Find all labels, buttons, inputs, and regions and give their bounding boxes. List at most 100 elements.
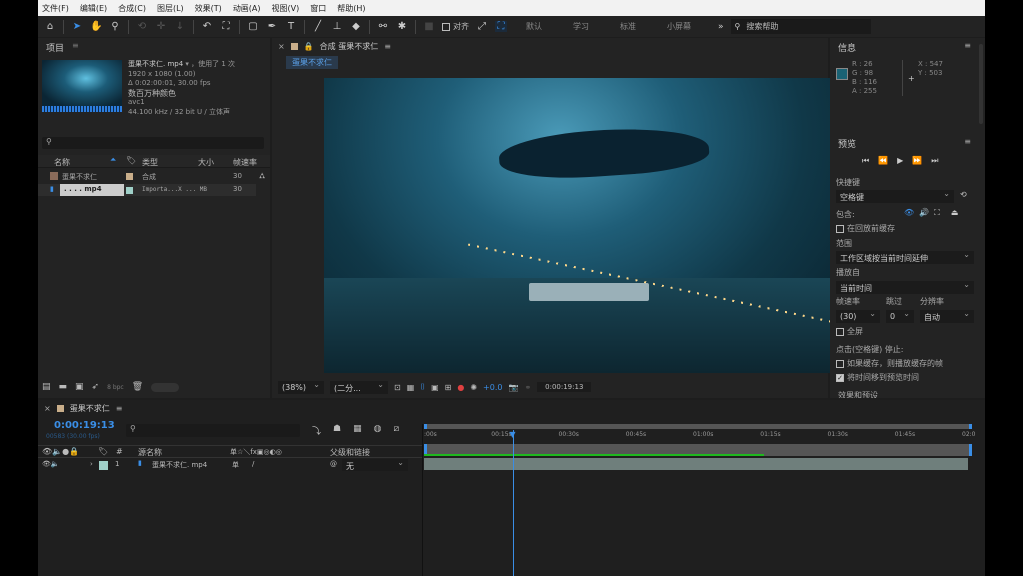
right-panel-scrollbar[interactable]: [979, 44, 983, 124]
next-frame-icon[interactable]: ⏩: [912, 156, 922, 166]
column-parent[interactable]: 父级和链接: [330, 447, 370, 458]
close-icon[interactable]: ×: [278, 42, 285, 51]
panel-menu-icon[interactable]: ≡: [964, 137, 971, 146]
effects-presets-title[interactable]: 效果和预设: [838, 390, 878, 398]
workspace-default[interactable]: 默认: [526, 21, 542, 32]
panel-menu-icon[interactable]: ≡: [964, 41, 971, 50]
panel-menu-icon[interactable]: ≡: [72, 41, 79, 50]
guides-icon[interactable]: ⊞: [445, 383, 452, 392]
project-search-input[interactable]: ⚲: [42, 137, 264, 149]
motion-blur-icon[interactable]: ◍: [374, 424, 382, 437]
brush-tool-icon[interactable]: ╱: [312, 21, 324, 32]
column-type[interactable]: 类型: [142, 157, 158, 168]
search-help-input[interactable]: ⚲ 搜索帮助: [730, 19, 871, 34]
current-time-display[interactable]: 0:00:19:13: [537, 382, 592, 392]
fast-preview-icon[interactable]: ⊡: [394, 383, 401, 392]
anchor-tool-icon[interactable]: ⛶: [220, 21, 232, 32]
playhead[interactable]: ▼: [509, 430, 515, 576]
time-ruler[interactable]: :00s 00:15s 00:30s 00:45s 01:00s 01:15s 01:30s…: [424, 430, 975, 444]
project-panel-title[interactable]: 项目: [46, 41, 64, 54]
menu-edit[interactable]: 编辑(E): [80, 3, 107, 14]
composition-subtab[interactable]: 蛋果不求仁: [286, 56, 338, 69]
hand-tool-icon[interactable]: ✋: [90, 21, 102, 32]
first-frame-icon[interactable]: ⏮: [862, 156, 869, 166]
snapshot-icon[interactable]: 📷: [508, 383, 518, 392]
home-icon[interactable]: ⌂: [44, 21, 56, 32]
orbit-tool-icon[interactable]: ⟲: [136, 21, 148, 32]
last-frame-icon[interactable]: ⏭: [931, 156, 938, 166]
snap-toggle[interactable]: 对齐: [442, 21, 469, 32]
quality-switch-icon[interactable]: /: [252, 460, 254, 468]
pen-tool-icon[interactable]: ✒: [266, 21, 278, 32]
footage-dropdown-icon[interactable]: ▾: [185, 60, 189, 68]
snap-grid-icon[interactable]: ⛶: [495, 21, 507, 32]
layer-duration-bar[interactable]: [424, 458, 968, 470]
thumbnail-slider[interactable]: [151, 382, 180, 392]
play-icon[interactable]: ▶: [897, 156, 903, 166]
workspace-small-screen[interactable]: 小屏幕: [667, 21, 691, 32]
zoom-tool-icon[interactable]: ⚲: [109, 21, 121, 32]
audio-toggle-icon[interactable]: 🔊: [919, 208, 929, 218]
composition-tab[interactable]: × 🔒 合成 蛋果不求仁 ≡: [278, 41, 391, 52]
exposure-value[interactable]: +0.0: [483, 383, 502, 392]
layer-row[interactable]: 👁🔈 › 1 ▮ 蛋果不求仁. mp4 单 / @ 无: [38, 458, 422, 472]
composition-viewer[interactable]: [324, 78, 848, 373]
snap-options-icon[interactable]: ⤢: [476, 21, 488, 32]
expand-arrow-icon[interactable]: ›: [90, 460, 93, 468]
label-column-icon[interactable]: 🏷: [126, 156, 136, 165]
previous-frame-icon[interactable]: ⏪: [878, 156, 888, 166]
show-snapshot-icon[interactable]: ⚭: [524, 383, 531, 392]
panel-menu-icon[interactable]: ≡: [116, 404, 123, 413]
roto-brush-icon[interactable]: ⚯: [377, 21, 389, 32]
pan-tool-icon[interactable]: ✛: [155, 21, 167, 32]
export-icon[interactable]: ⏏: [951, 208, 959, 218]
resolution-dropdown[interactable]: (二分...: [330, 380, 388, 394]
time-graph[interactable]: :00s 00:15s 00:30s 00:45s 01:00s 01:15s 01:30s…: [424, 422, 975, 576]
comp-flowchart-icon[interactable]: ⤵: [312, 424, 321, 437]
column-fps[interactable]: 帧速率: [233, 157, 257, 168]
workspace-learn[interactable]: 学习: [573, 21, 589, 32]
region-of-interest-icon[interactable]: ▣: [431, 383, 439, 392]
menu-animation[interactable]: 动画(A): [233, 3, 261, 14]
stamp-tool-icon[interactable]: ⊥: [331, 21, 343, 32]
panel-menu-icon[interactable]: ≡: [384, 42, 391, 51]
magnification-dropdown[interactable]: (38%): [278, 380, 324, 394]
item-name-editing[interactable]: . . . . mp4: [60, 184, 124, 196]
delete-icon[interactable]: 🗑: [132, 382, 143, 392]
play-from-dropdown[interactable]: 当前时间: [836, 280, 974, 294]
dolly-tool-icon[interactable]: ↓: [174, 21, 186, 32]
color-depth-button[interactable]: 8 bpc: [107, 384, 124, 391]
menu-view[interactable]: 视图(V): [272, 3, 300, 14]
flowchart-icon[interactable]: ⛼: [259, 171, 265, 181]
reset-icon[interactable]: ⟲: [960, 190, 967, 199]
move-time-checkbox[interactable]: ✓ 将时间移到预览时间: [836, 372, 919, 383]
if-cached-checkbox[interactable]: 如果缓存，则播放缓存的帧: [836, 358, 943, 369]
video-toggle-icon[interactable]: 👁: [904, 208, 914, 218]
range-dropdown[interactable]: 工作区域按当前时间延伸: [836, 250, 974, 264]
eraser-tool-icon[interactable]: ◆: [350, 21, 362, 32]
skip-dropdown[interactable]: 0: [886, 309, 914, 323]
visibility-icon[interactable]: 👁🔈: [42, 460, 60, 468]
layer-name[interactable]: 蛋果不求仁. mp4: [152, 460, 207, 470]
mask-visibility-icon[interactable]: ⌷: [420, 382, 425, 392]
column-size[interactable]: 大小: [198, 157, 214, 168]
transparency-grid-icon[interactable]: ▦: [407, 383, 415, 392]
text-tool-icon[interactable]: T: [285, 21, 297, 32]
playhead-handle-icon[interactable]: ▼: [509, 430, 515, 439]
color-management-icon[interactable]: ✺: [470, 383, 477, 392]
channel-icon[interactable]: ●: [457, 383, 464, 392]
timeline-search-input[interactable]: ⚲: [126, 424, 300, 437]
sort-ascending-icon[interactable]: ⏶: [110, 155, 116, 165]
parent-dropdown[interactable]: 无: [342, 458, 408, 471]
project-item-row[interactable]: ▮ . . . . mp4 Importa...X ... MB 30: [38, 184, 256, 196]
cache-before-checkbox[interactable]: 在回放前缓存: [836, 223, 895, 234]
selection-tool-icon[interactable]: ➤: [71, 21, 83, 32]
frame-rate-dropdown[interactable]: (30): [836, 309, 880, 323]
pickwhip-icon[interactable]: @: [330, 460, 337, 468]
menu-help[interactable]: 帮助(H): [337, 3, 365, 14]
menu-layer[interactable]: 图层(L): [157, 3, 184, 14]
frame-blending-icon[interactable]: ▦: [353, 424, 362, 437]
fullscreen-checkbox[interactable]: 全屏: [836, 326, 863, 337]
shy-layers-icon[interactable]: ☗: [333, 424, 341, 437]
graph-editor-icon[interactable]: ⧄: [393, 424, 399, 437]
